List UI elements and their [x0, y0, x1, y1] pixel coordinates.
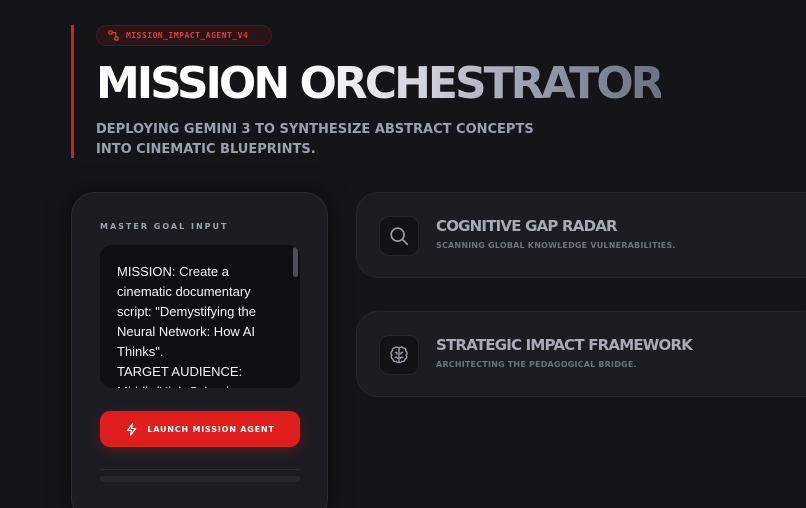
goal-input-heading: MASTER GOAL INPUT: [100, 222, 229, 231]
goal-input-scrollbar[interactable]: [293, 247, 298, 277]
agent-network-icon: [108, 30, 119, 41]
lightning-icon: [125, 422, 138, 436]
page: MISSION_IMPACT_AGENT_V4 MISSION ORCHESTR…: [0, 0, 806, 508]
goal-input-text: MISSION: Create a cinematic documentary …: [117, 264, 256, 388]
hero-accent-bar: [71, 25, 74, 158]
launch-mission-button[interactable]: LAUNCH MISSION AGENT: [100, 411, 300, 447]
feature-subtitle: SCANNING GLOBAL KNOWLEDGE VULNERABILITIE…: [436, 241, 676, 250]
feature-title: COGNITIVE GAP RADAR: [436, 217, 618, 235]
cognitive-gap-radar-card: COGNITIVE GAP RADAR SCANNING GLOBAL KNOW…: [356, 192, 806, 278]
page-title-word-2: ORCHESTRATOR: [299, 58, 665, 109]
feature-subtitle: ARCHITECTING THE PEDAGOGICAL BRIDGE.: [436, 360, 637, 369]
brain-icon: [379, 335, 419, 375]
launch-mission-label: LAUNCH MISSION AGENT: [147, 424, 275, 434]
goal-input-card: MASTER GOAL INPUT MISSION: Create a cine…: [71, 192, 328, 508]
page-title: MISSION ORCHESTRATOR: [96, 54, 665, 114]
goal-card-divider: [100, 469, 300, 470]
page-subtitle: DEPLOYING GEMINI 3 TO SYNTHESIZE ABSTRAC…: [96, 122, 534, 157]
search-icon: [379, 216, 419, 256]
page-title-word-1: MISSION: [96, 58, 290, 109]
goal-progress-track: [100, 476, 300, 482]
agent-badge: MISSION_IMPACT_AGENT_V4: [96, 25, 272, 46]
goal-input-field[interactable]: MISSION: Create a cinematic documentary …: [100, 245, 300, 388]
agent-badge-label: MISSION_IMPACT_AGENT_V4: [126, 31, 249, 40]
feature-title: STRATEGIC IMPACT FRAMEWORK: [436, 336, 693, 354]
strategic-impact-framework-card: STRATEGIC IMPACT FRAMEWORK ARCHITECTING …: [356, 311, 806, 397]
